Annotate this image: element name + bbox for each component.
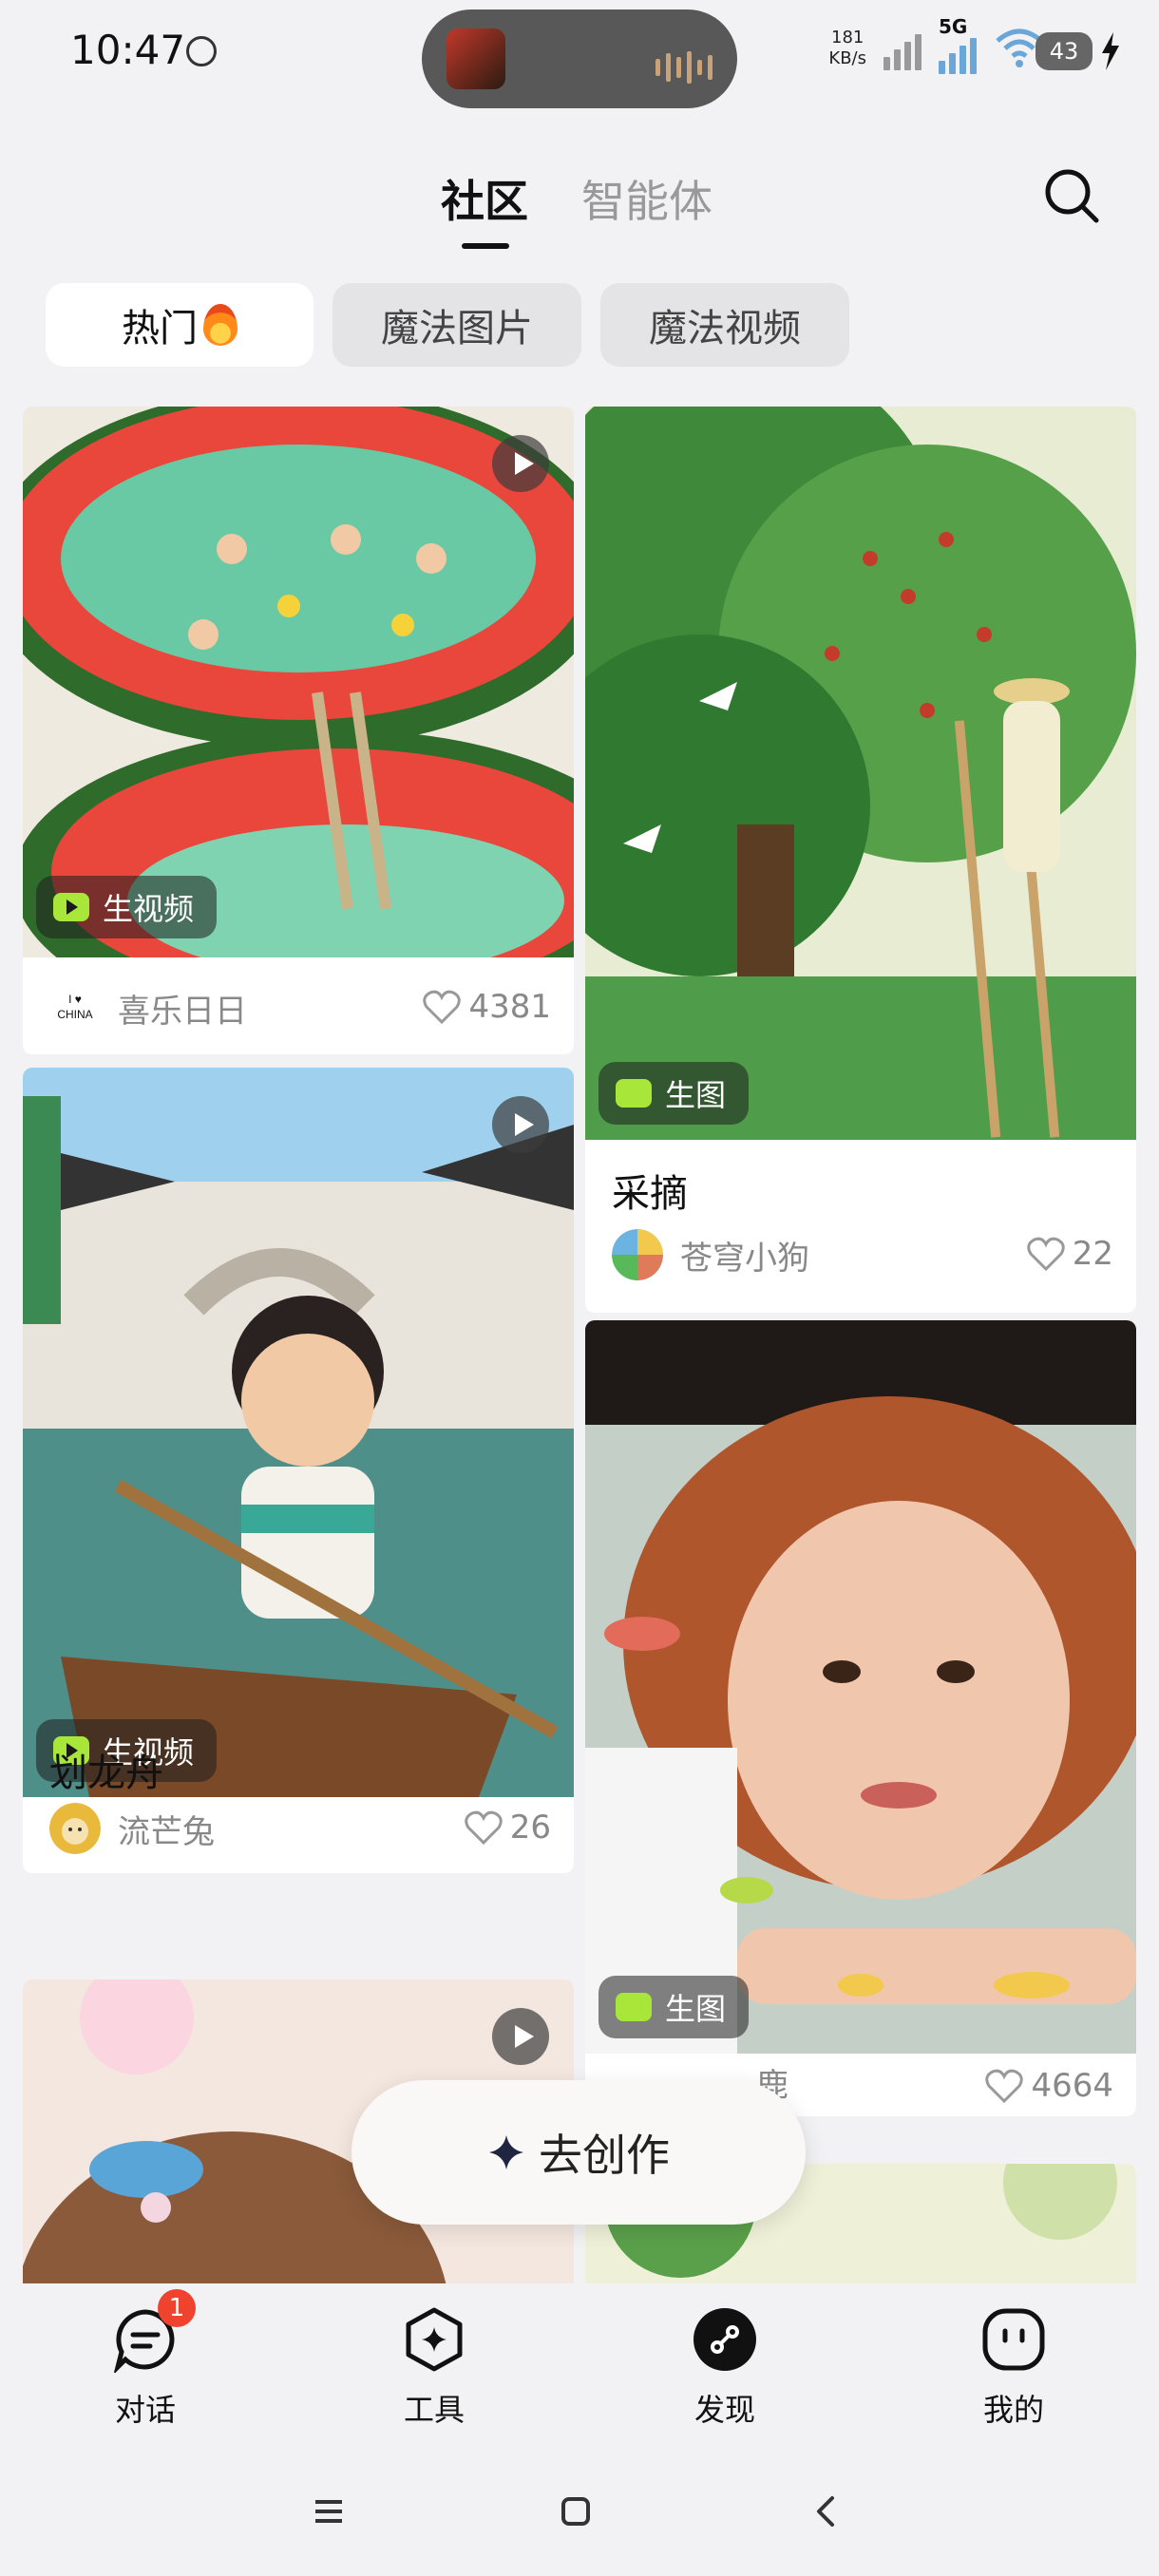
system-navigation-bar (0, 2483, 1159, 2540)
dragon-boat-image (23, 1068, 574, 1797)
active-tab-indicator (462, 243, 509, 249)
like-count[interactable]: 26 (464, 1809, 551, 1847)
ai-video-badge: 生视频 (36, 876, 218, 938)
nav-label: 我的 (982, 2392, 1044, 2428)
sparkle-icon (489, 2135, 523, 2169)
nav-discover[interactable]: 发现 (654, 2306, 796, 2430)
image-badge-icon (616, 1993, 652, 2021)
video-badge-icon (53, 893, 89, 921)
feed-card[interactable]: 生图 鹿 4664 (585, 1320, 1136, 2116)
tools-icon (401, 2306, 467, 2373)
card-author[interactable]: 流芒兔 (49, 1803, 215, 1854)
status-time: 10:47 (70, 27, 186, 73)
like-count[interactable]: 4381 (423, 988, 551, 1026)
network-speed: 181 KB/s (828, 28, 866, 68)
tab-agents[interactable]: 智能体 (581, 167, 712, 230)
search-icon[interactable] (1043, 167, 1100, 224)
back-icon[interactable] (798, 2483, 855, 2540)
charging-icon (1102, 32, 1119, 70)
fire-icon (203, 304, 238, 346)
notification-app-icon (186, 36, 217, 66)
heart-icon (423, 990, 462, 1024)
play-icon (492, 435, 549, 492)
create-button[interactable]: 去创作 (352, 2080, 806, 2225)
feed-card[interactable]: 生图 采摘 苍穹小狗 22 (585, 407, 1136, 1313)
profile-icon (980, 2306, 1047, 2373)
ai-image-badge: 生图 (598, 1062, 750, 1125)
avatar (612, 1229, 663, 1280)
discover-icon (692, 2306, 758, 2373)
signal-icon-sim2: 5G (939, 15, 977, 74)
chip-magic-images[interactable]: 魔法图片 (332, 283, 581, 367)
audio-wave-icon (656, 51, 712, 84)
home-icon[interactable] (547, 2483, 604, 2540)
heart-icon (464, 1810, 503, 1845)
card-author[interactable]: 苍穹小狗 (612, 1229, 809, 1280)
chip-magic-videos[interactable]: 魔法视频 (600, 283, 849, 367)
signal-icon-sim1 (884, 27, 922, 70)
card-title: 采摘 (612, 1172, 688, 1216)
fruit-picking-image (585, 407, 1136, 1140)
heart-icon (985, 2069, 1024, 2103)
nav-profile[interactable]: 我的 (942, 2306, 1085, 2430)
music-app-icon (446, 28, 505, 89)
battery-indicator: 43 (1036, 32, 1121, 70)
bottom-navigation: 1 对话 工具 发现 我的 (0, 2283, 1159, 2576)
nav-label: 工具 (403, 2392, 465, 2428)
card-title: 划龙舟 (49, 1752, 163, 1795)
chip-hot[interactable]: 热门 (46, 283, 314, 367)
ai-image-badge: 生图 (598, 1976, 750, 2038)
play-icon (492, 2008, 549, 2065)
avatar: I ♥ CHINA (49, 982, 101, 1033)
tab-community[interactable]: 社区 (441, 167, 528, 230)
card-author[interactable]: I ♥ CHINA 喜乐日日 (49, 982, 247, 1033)
like-count[interactable]: 4664 (985, 2067, 1113, 2105)
content-feed: 生视频 I ♥ CHINA 喜乐日日 4381 生视频 划龙舟 流芒兔 26 生… (0, 407, 1159, 2283)
image-badge-icon (616, 1079, 652, 1108)
underwater-girl-image (585, 1320, 1136, 2054)
like-count[interactable]: 22 (1026, 1235, 1113, 1273)
heart-icon (1026, 1237, 1065, 1271)
unread-badge: 1 (158, 2289, 196, 2327)
avatar (49, 1803, 101, 1854)
nav-tools[interactable]: 工具 (363, 2306, 505, 2430)
nav-label: 发现 (694, 2392, 755, 2428)
dynamic-island[interactable] (422, 9, 737, 108)
play-icon (492, 1096, 549, 1153)
feed-card[interactable]: 生视频 I ♥ CHINA 喜乐日日 4381 (23, 407, 574, 1054)
chat-icon: 1 (112, 2289, 196, 2376)
top-tabs: 社区 智能体 (0, 161, 1159, 256)
feed-card[interactable]: 生视频 划龙舟 流芒兔 26 (23, 1068, 574, 1873)
svg-text:CHINA: CHINA (57, 1008, 92, 1021)
watermelon-pool-image (23, 407, 574, 957)
menu-icon[interactable] (300, 2483, 357, 2540)
status-bar: 10:47 181 KB/s 5G 43 (0, 0, 1159, 108)
nav-label: 对话 (114, 2392, 176, 2428)
category-chips: 热门 魔法图片 魔法视频 (46, 283, 849, 367)
svg-text:I ♥: I ♥ (68, 993, 82, 1006)
nav-chat[interactable]: 1 对话 (74, 2289, 217, 2430)
